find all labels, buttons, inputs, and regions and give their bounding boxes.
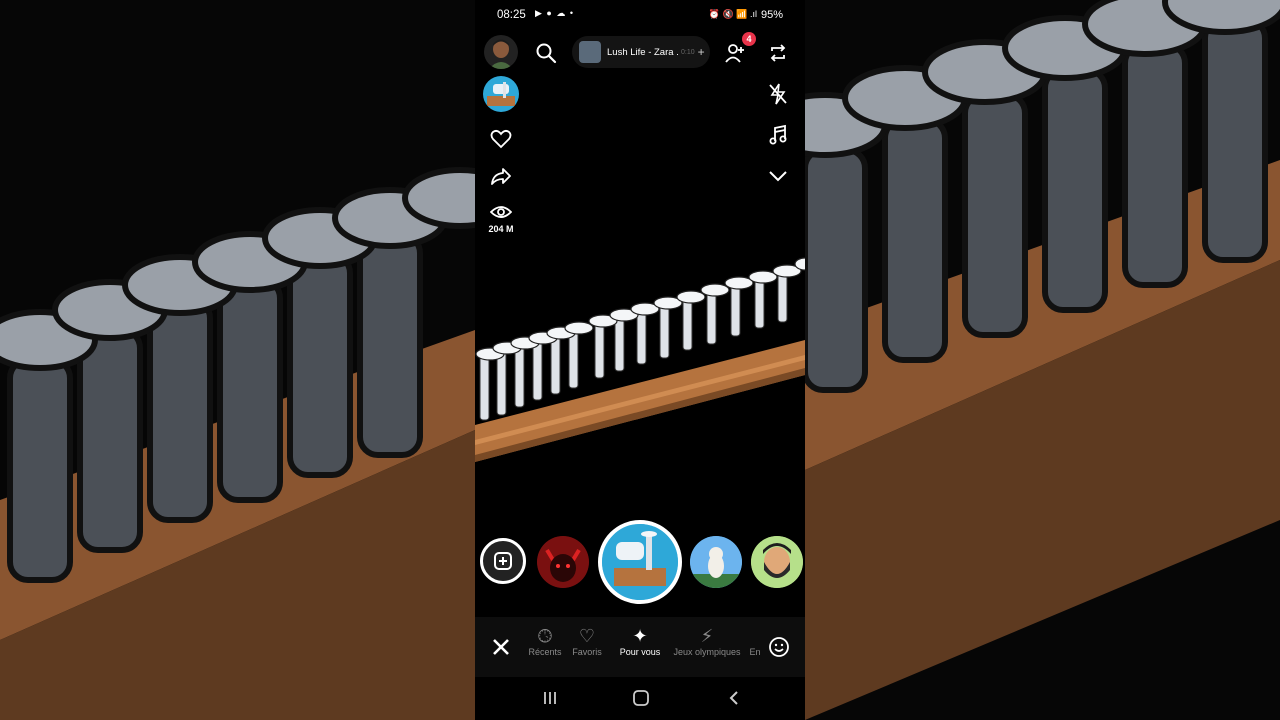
tab-label-pour-vous: Pour vous	[619, 647, 661, 657]
tab-favoris[interactable]: ♡ Favoris	[563, 625, 611, 657]
views-eye-icon	[488, 201, 514, 223]
tab-label-more: En	[749, 647, 761, 657]
heart-outline-icon: ♡	[578, 626, 596, 646]
close-icon[interactable]	[487, 633, 515, 661]
create-lens-button[interactable]	[480, 538, 526, 584]
background-blur-right	[805, 0, 1280, 720]
olympics-icon: ⚡︎	[700, 626, 714, 646]
lens-carousel	[475, 520, 805, 610]
home-icon[interactable]	[630, 687, 652, 709]
tab-pour-vous[interactable]: ✦ Pour vous	[613, 625, 667, 657]
background-blur-left	[0, 0, 475, 720]
music-note-icon[interactable]	[765, 123, 791, 147]
current-lens-thumbnail[interactable]	[483, 76, 519, 112]
search-icon[interactable]	[533, 40, 559, 66]
status-bar: 08:25 ▶ ● ☁ • ⏰ 🔇 📶 .ıl 95%	[475, 0, 805, 32]
nail-game-lens-icon	[602, 524, 678, 600]
tab-label-favoris: Favoris	[572, 647, 602, 657]
tab-more[interactable]: En	[745, 625, 765, 657]
lens-item-nail-game-selected[interactable]	[598, 520, 682, 604]
emoji-lens-icon[interactable]	[765, 633, 793, 661]
nail-board-blur-left	[0, 167, 475, 720]
nail-board-game-scene[interactable]	[475, 240, 805, 470]
music-title: Lush Life - Zara ...	[607, 46, 679, 58]
system-icons: ⏰ 🔇 📶 .ıl	[708, 9, 757, 19]
music-duration: 0:10	[681, 48, 695, 56]
flip-camera-icon[interactable]	[765, 40, 791, 66]
bearded-avatar-lens-icon	[751, 536, 803, 588]
music-pill[interactable]: Lush Life - Zara ... 0:10 +	[572, 36, 710, 68]
system-navigation-bar	[475, 677, 805, 720]
phone-screen: 08:25 ▶ ● ☁ • ⏰ 🔇 📶 .ıl 95% Lush Life - …	[475, 0, 805, 720]
profile-avatar[interactable]	[484, 35, 518, 69]
cat-lens-icon	[690, 536, 742, 588]
heart-icon[interactable]	[488, 127, 514, 151]
recent-apps-icon[interactable]	[539, 687, 561, 709]
tab-jeux-olympiques[interactable]: ⚡︎ Jeux olympiques	[668, 625, 746, 657]
lens-game-icon	[487, 82, 515, 106]
lens-item-bearded-man[interactable]	[751, 536, 803, 588]
bitmoji-avatar-icon	[484, 35, 518, 69]
lens-tab-bar: 🕓︎ Récents ♡ Favoris ✦ Pour vous ⚡︎ Jeux…	[475, 617, 805, 677]
notification-icons: ▶ ● ☁ •	[535, 8, 575, 18]
music-add-button[interactable]: +	[698, 45, 705, 59]
status-time: 08:25	[497, 9, 526, 21]
back-icon[interactable]	[723, 687, 745, 709]
nail-board-blur-right	[805, 0, 1280, 720]
chevron-down-icon[interactable]	[765, 165, 791, 187]
share-icon[interactable]	[488, 164, 514, 188]
sparkle-icon: ✦	[632, 626, 648, 646]
views-count: 204 M	[488, 224, 514, 234]
lens-item-devil[interactable]	[537, 536, 589, 588]
devil-lens-icon	[537, 536, 589, 588]
friend-request-badge: 4	[742, 32, 756, 46]
flash-off-icon[interactable]	[765, 82, 791, 106]
lens-item-dancing-cat[interactable]	[690, 536, 742, 588]
tab-label-jeux-olympiques: Jeux olympiques	[673, 647, 741, 657]
lens-create-icon	[494, 552, 512, 570]
battery-level: 95%	[760, 9, 783, 21]
music-thumbnail	[579, 41, 601, 63]
